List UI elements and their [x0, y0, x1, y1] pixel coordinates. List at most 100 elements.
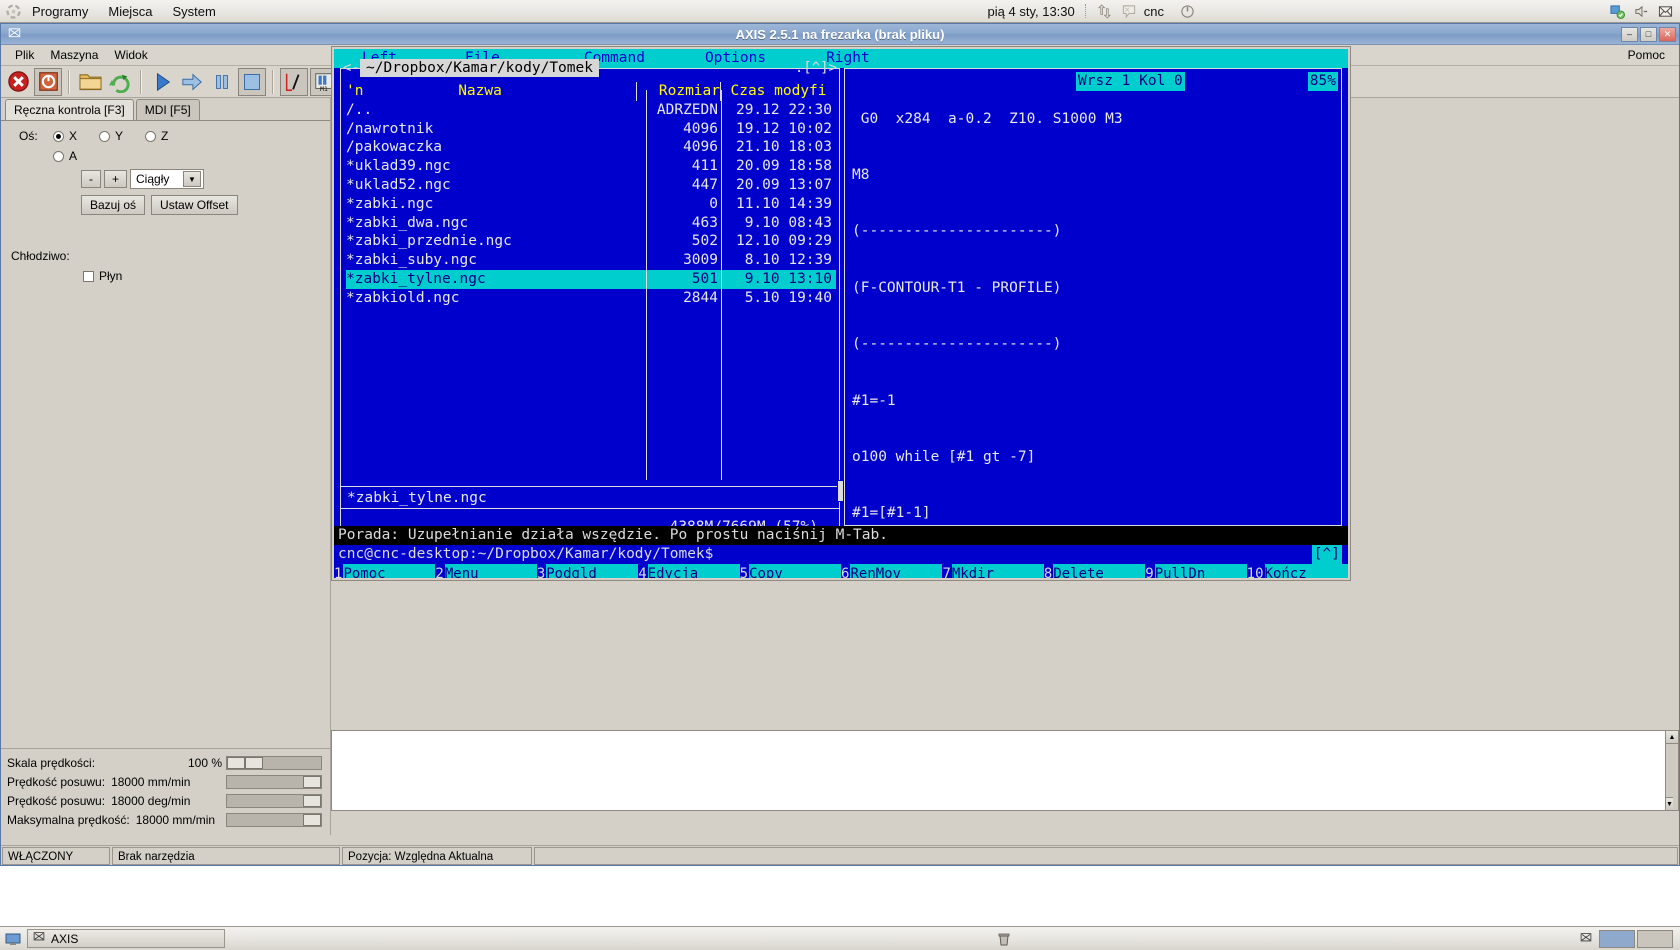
panel-menu-miejsca[interactable]: Miejsca	[98, 3, 162, 20]
chevron-down-icon[interactable]: ▼	[183, 171, 202, 187]
fkey-10[interactable]: 10 Kończ	[1246, 564, 1348, 578]
window-list-icon[interactable]	[1577, 930, 1595, 948]
axis-radio-a[interactable]: A	[53, 149, 77, 163]
workspace-2[interactable]	[1637, 929, 1673, 948]
tray-username[interactable]: cnc	[1144, 4, 1164, 19]
reload-file-button[interactable]	[106, 68, 134, 96]
table-row[interactable]: *zabki_przednie.ngc 502 12.10 09:29	[346, 232, 836, 251]
fkey-2[interactable]: 2 Menu	[435, 564, 537, 578]
pause-program-button[interactable]	[208, 68, 236, 96]
slider-knob[interactable]	[303, 813, 321, 826]
table-row[interactable]: /nawrotnik 4096 19.12 10:02	[346, 120, 836, 139]
home-offset-row: Bazuj oś Ustaw Offset	[1, 195, 330, 215]
fkey-label: Pomoc	[343, 564, 436, 578]
fkey-7[interactable]: 7 Mkdir	[942, 564, 1044, 578]
mc-right-panel[interactable]: Wrsz 1 Kol 0 85% G0 x284 a-0.2 Z10. S100…	[844, 68, 1342, 578]
slider-knob[interactable]	[227, 756, 245, 769]
menu-maszyna[interactable]: Maszyna	[42, 46, 106, 64]
jog-mode-select[interactable]: Ciągły ▼	[130, 169, 205, 189]
scroll-up-icon[interactable]: ▲	[1666, 731, 1678, 744]
fkey-3[interactable]: 3 Podgld	[536, 564, 639, 578]
midnight-commander-terminal[interactable]: Left File Command Options Right <- .[^]>…	[331, 46, 1351, 581]
table-row[interactable]: *uklad39.ngc 411 20.09 18:58	[346, 157, 836, 176]
fkey-6[interactable]: 6 RenMov	[841, 564, 943, 578]
stop-program-button[interactable]	[238, 67, 266, 96]
mc-shell-prompt[interactable]: cnc@cnc-desktop:~/Dropbox/Kamar/kody/Tom…	[334, 545, 1348, 564]
panel-menu-programy[interactable]: Programy	[22, 3, 98, 20]
clock[interactable]: pią 4 sty, 13:30	[988, 4, 1075, 19]
table-row[interactable]: /.. ADRZEDN 29.12 22:30	[346, 101, 836, 120]
table-row-selected[interactable]: *zabki_tylne.ngc 501 9.10 13:10	[346, 269, 836, 289]
axis-radio-x[interactable]: X	[53, 129, 77, 143]
panel-scrollbar[interactable]	[837, 480, 844, 502]
estop-button[interactable]	[4, 68, 32, 96]
gcode-text-view[interactable]	[331, 730, 1679, 811]
close-button[interactable]: ✕	[1659, 26, 1676, 42]
slider-knob[interactable]	[303, 775, 321, 788]
slider-knob[interactable]	[303, 794, 321, 807]
taskbar-item-axis[interactable]: AXIS	[27, 929, 225, 948]
speed-scale-slider[interactable]	[226, 755, 322, 770]
network-updown-icon[interactable]	[1096, 2, 1114, 20]
set-offset-button[interactable]: Ustaw Offset	[151, 195, 238, 215]
panel-right-arrow-icon[interactable]: .[^]>	[795, 59, 837, 78]
home-axis-button[interactable]: Bazuj oś	[81, 195, 146, 215]
tab-mdi[interactable]: MDI [F5]	[135, 99, 200, 120]
jog-plus-button[interactable]: +	[104, 170, 128, 188]
max-speed-slider[interactable]	[226, 812, 322, 827]
workspace-switcher[interactable]	[1599, 929, 1673, 948]
show-desktop-icon[interactable]	[3, 930, 23, 948]
menu-pomoc[interactable]: Pomoc	[1620, 46, 1673, 64]
tab-manual-control[interactable]: Ręczna kontrola [F3]	[5, 99, 134, 120]
step-program-button[interactable]	[178, 68, 206, 96]
mc-screen[interactable]: Left File Command Options Right <- .[^]>…	[334, 49, 1348, 578]
maximize-button[interactable]: □	[1640, 26, 1657, 42]
fkey-label: Kończ	[1264, 564, 1348, 578]
minimize-button[interactable]: –	[1621, 26, 1638, 42]
user-avatar-icon[interactable]	[1120, 2, 1138, 20]
axis-radio-z[interactable]: Z	[145, 129, 168, 143]
mc-left-panel[interactable]: <- .[^]> ~/Dropbox/Kamar/kody/Tomek 'n N…	[340, 59, 844, 536]
table-row[interactable]: /pakowaczka 4096 21.10 18:03	[346, 138, 836, 157]
mail-icon[interactable]	[1656, 2, 1674, 20]
coolant-flood-checkbox[interactable]: Płyn	[83, 269, 122, 283]
panel-menu-system[interactable]: System	[162, 3, 225, 20]
toggle-skip-lines-button[interactable]	[280, 67, 308, 96]
mc-menu-options[interactable]: Options	[705, 49, 766, 68]
table-row[interactable]: *uklad52.ngc 447 20.09 13:07	[346, 176, 836, 195]
scroll-down-icon[interactable]: ▼	[1666, 797, 1673, 810]
fkey-4[interactable]: 4 Edycja	[638, 564, 740, 578]
run-program-button[interactable]	[148, 68, 176, 96]
axis-radio-y[interactable]: Y	[99, 129, 123, 143]
mc-file-list[interactable]: /.. ADRZEDN 29.12 22:30 /nawrotnik 4096 19.1…	[340, 101, 840, 308]
fkey-8[interactable]: 8 Delete	[1043, 564, 1146, 578]
table-row[interactable]: *zabki_suby.ngc 3009 8.10 12:39	[346, 251, 836, 270]
menu-widok[interactable]: Widok	[106, 46, 155, 64]
vertical-scrollbar[interactable]: ▲ ▼	[1665, 730, 1679, 811]
fkey-1[interactable]: 1 Pomoc	[334, 564, 436, 578]
workspace-1[interactable]	[1599, 929, 1635, 948]
table-row[interactable]: *zabki.ngc 0 11.10 14:39	[346, 195, 836, 214]
speed-overrides: Skala prędkości: 100 % Prędkość posuwu: …	[1, 748, 330, 835]
power-icon[interactable]	[1178, 2, 1196, 20]
mc-left-path[interactable]: ~/Dropbox/Kamar/kody/Tomek	[360, 59, 599, 77]
jog-minus-button[interactable]: -	[81, 170, 101, 188]
feed-deg-slider[interactable]	[226, 793, 322, 808]
network-wired-icon[interactable]	[1608, 2, 1626, 20]
table-row[interactable]: *zabkiold.ngc 2844 5.10 19:40	[346, 289, 836, 308]
fkey-9[interactable]: 9 PullDn	[1145, 564, 1247, 578]
ubuntu-logo-icon[interactable]	[4, 2, 22, 20]
feed-mm-slider[interactable]	[226, 774, 322, 789]
fkey-5[interactable]: 5 Copy	[739, 564, 842, 578]
axis-radio-x-label: X	[69, 129, 78, 143]
menu-plik[interactable]: Plik	[7, 46, 42, 64]
mc-prompt-hint-icon[interactable]: [^]	[1311, 545, 1342, 564]
window-titlebar[interactable]: AXIS 2.5.1 na frezarka (brak pliku) – □ …	[1, 24, 1679, 45]
slider-knob[interactable]	[245, 756, 263, 769]
table-row[interactable]: *zabki_dwa.ngc 463 9.10 08:43	[346, 214, 836, 233]
volume-icon[interactable]	[1632, 2, 1650, 20]
open-file-button[interactable]	[76, 68, 104, 96]
panel-left-arrow-icon[interactable]: <-	[343, 59, 360, 78]
machine-power-button[interactable]	[34, 67, 62, 96]
trash-icon[interactable]	[995, 930, 1013, 948]
